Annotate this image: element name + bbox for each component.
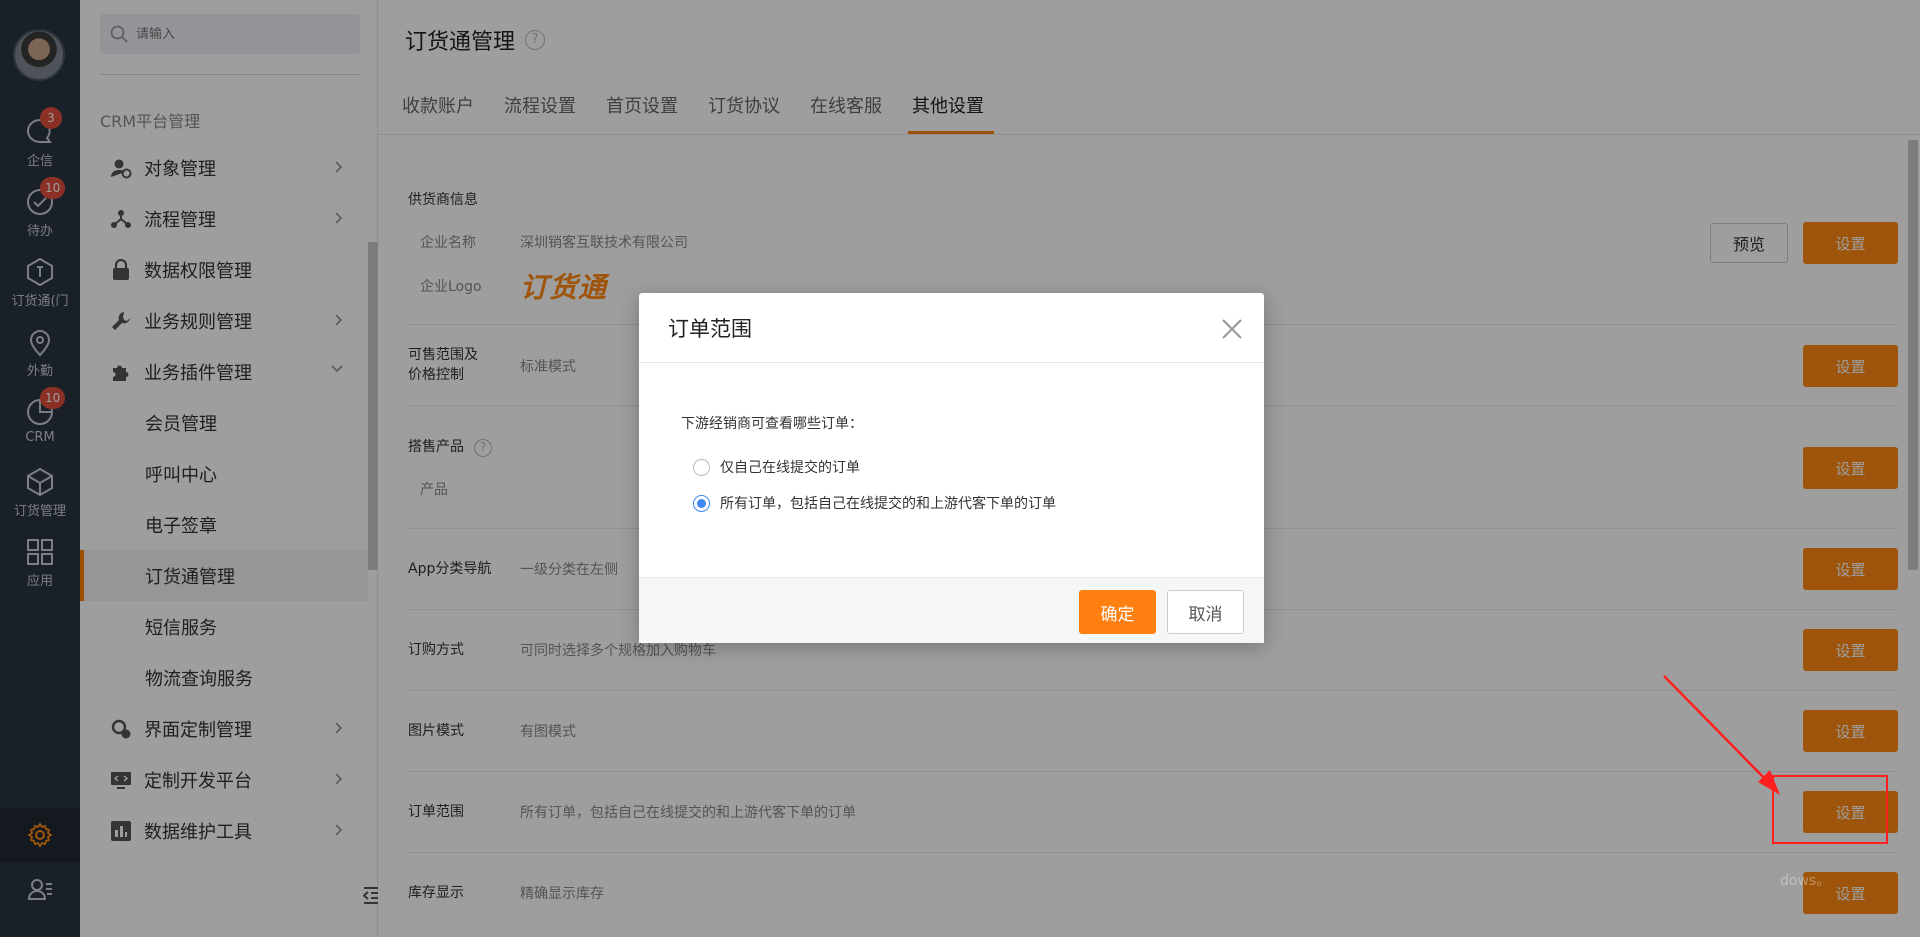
dialog-question: 下游经销商可查看哪些订单： xyxy=(681,416,863,432)
order-scope-dialog: 订单范围 下游经销商可查看哪些订单： 仅自己在线提交的订单 所有订单，包括自己在… xyxy=(639,293,1264,643)
option-label: 仅自己在线提交的订单 xyxy=(720,460,860,476)
option-all-orders[interactable]: 所有订单，包括自己在线提交的和上游代客下单的订单 xyxy=(693,485,1264,521)
dialog-title: 订单范围 xyxy=(668,316,752,341)
dialog-body: 下游经销商可查看哪些订单： 仅自己在线提交的订单 所有订单，包括自己在线提交的和… xyxy=(639,363,1264,521)
watermark: dows。 xyxy=(1780,873,1831,889)
radio-button[interactable] xyxy=(693,458,710,476)
close-icon[interactable] xyxy=(1220,317,1244,341)
option-own-orders[interactable]: 仅自己在线提交的订单 xyxy=(693,449,1264,485)
confirm-button[interactable]: 确定 xyxy=(1079,590,1156,634)
dialog-footer: 确定 取消 xyxy=(639,577,1264,643)
cancel-button[interactable]: 取消 xyxy=(1167,590,1244,634)
dialog-header: 订单范围 xyxy=(639,293,1264,363)
option-label: 所有订单，包括自己在线提交的和上游代客下单的订单 xyxy=(720,496,1056,512)
radio-button-checked[interactable] xyxy=(693,494,710,512)
